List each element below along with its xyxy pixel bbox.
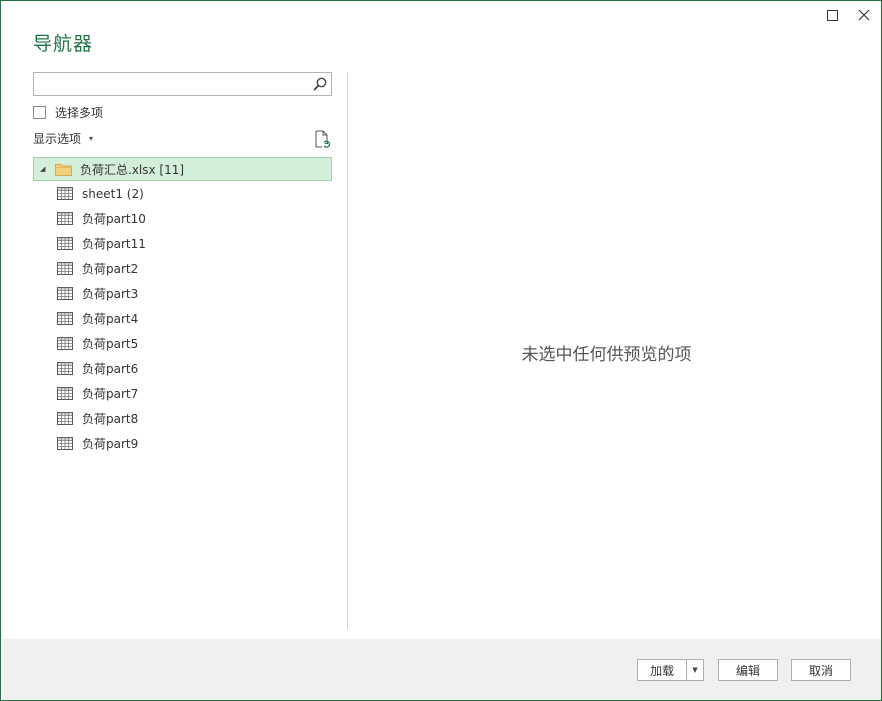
tree-item-label: 负荷part7: [82, 387, 139, 401]
tree-item[interactable]: 负荷part3: [33, 281, 332, 306]
tree-item-label: 负荷part4: [82, 312, 139, 326]
tree-item[interactable]: 负荷part2: [33, 256, 332, 281]
search-icon[interactable]: [312, 76, 328, 92]
tree-item[interactable]: 负荷part10: [33, 206, 332, 231]
navigator-tree: ◢ 负荷汇总.xlsx [11] sheet1 (2) 负荷part10 负荷par…: [33, 157, 332, 456]
tree-item-label: 负荷part10: [82, 212, 146, 226]
tree-item[interactable]: 负荷part4: [33, 306, 332, 331]
refresh-icon[interactable]: [314, 130, 330, 148]
load-split-button[interactable]: 加载 ▼: [637, 659, 704, 681]
table-icon: [57, 362, 73, 375]
tree-item[interactable]: 负荷part9: [33, 431, 332, 456]
table-icon: [57, 237, 73, 250]
tree-root-label: 负荷汇总.xlsx [11]: [80, 162, 185, 177]
table-icon: [57, 412, 73, 425]
tree-item-label: 负荷part2: [82, 262, 139, 276]
folder-icon: [55, 163, 72, 176]
close-button[interactable]: [853, 5, 875, 25]
table-icon: [57, 437, 73, 450]
tree-item-label: 负荷part6: [82, 362, 139, 376]
table-icon: [57, 287, 73, 300]
maximize-icon: [826, 9, 838, 21]
dialog-title: 导航器: [33, 33, 94, 55]
tree-item-label: sheet1 (2): [82, 186, 144, 201]
navigator-window: 导航器 选择多项 显示选项 ▾ ◢ 负荷汇总.xlsx [11] sheet1: [0, 0, 882, 701]
table-icon: [57, 187, 73, 200]
table-icon: [57, 387, 73, 400]
search-input[interactable]: [34, 73, 312, 93]
table-icon: [57, 312, 73, 325]
tree-item[interactable]: 负荷part6: [33, 356, 332, 381]
display-options-dropdown[interactable]: 显示选项 ▾: [33, 130, 93, 147]
table-icon: [57, 212, 73, 225]
preview-empty-message: 未选中任何供预览的项: [521, 345, 692, 365]
tree-item[interactable]: 负荷part8: [33, 406, 332, 431]
edit-button[interactable]: 编辑: [718, 659, 778, 681]
multi-select-option[interactable]: 选择多项: [33, 104, 103, 121]
dialog-footer: 加载 ▼ 编辑 取消: [3, 639, 881, 700]
tree-root-workbook[interactable]: ◢ 负荷汇总.xlsx [11]: [33, 157, 332, 181]
load-dropdown-icon[interactable]: ▼: [686, 660, 703, 680]
tree-item-label: 负荷part8: [82, 412, 139, 426]
maximize-button[interactable]: [821, 5, 843, 25]
multi-select-checkbox[interactable]: [33, 106, 46, 119]
display-options-label: 显示选项: [33, 132, 82, 146]
table-icon: [57, 262, 73, 275]
tree-item-label: 负荷part9: [82, 437, 139, 451]
tree-items: sheet1 (2) 负荷part10 负荷part11 负荷part2 负荷part3…: [33, 181, 332, 456]
chevron-down-icon: ▾: [89, 134, 94, 143]
tree-item[interactable]: 负荷part11: [33, 231, 332, 256]
table-icon: [57, 337, 73, 350]
tree-item[interactable]: 负荷part5: [33, 331, 332, 356]
search-box[interactable]: [33, 72, 332, 96]
tree-item-label: 负荷part5: [82, 337, 139, 351]
expand-arrow-icon[interactable]: ◢: [40, 165, 46, 173]
tree-item-label: 负荷part11: [82, 237, 146, 251]
cancel-button[interactable]: 取消: [791, 659, 851, 681]
close-icon: [858, 9, 870, 21]
multi-select-label: 选择多项: [55, 106, 104, 120]
tree-item-label: 负荷part3: [82, 287, 139, 301]
tree-item[interactable]: 负荷part7: [33, 381, 332, 406]
load-button[interactable]: 加载: [638, 660, 686, 680]
tree-item[interactable]: sheet1 (2): [33, 181, 332, 206]
